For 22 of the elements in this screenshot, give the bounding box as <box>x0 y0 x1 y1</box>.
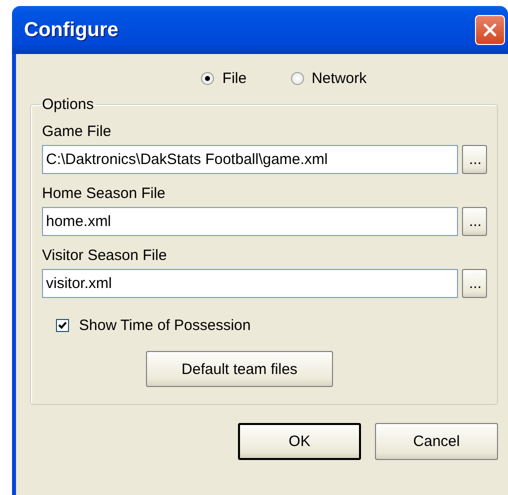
checkbox[interactable] <box>56 319 69 332</box>
field-label: Home Season File <box>42 185 166 202</box>
field-label: Game File <box>42 123 112 140</box>
checkbox-label[interactable]: Show Time of Possession <box>79 317 251 334</box>
cancel-button[interactable]: Cancel <box>375 423 498 460</box>
browse-button[interactable]: ... <box>462 145 487 174</box>
ok-button[interactable]: OK <box>238 423 361 460</box>
radio-button[interactable] <box>201 72 214 84</box>
path-field[interactable]: C:\Daktronics\DakStats Football\game.xml <box>42 145 458 174</box>
group-label: Options <box>42 96 94 113</box>
path-field[interactable]: visitor.xml <box>42 269 458 298</box>
close-icon <box>482 22 498 38</box>
window-title: Configure <box>24 18 118 42</box>
radio-button[interactable] <box>290 72 304 84</box>
close-button[interactable] <box>475 15 505 45</box>
radio-label[interactable]: Network <box>312 70 367 86</box>
default-files-button[interactable]: Default team files <box>146 351 333 387</box>
browse-button[interactable]: ... <box>462 207 487 236</box>
path-field[interactable]: home.xml <box>42 207 458 236</box>
radio-label[interactable]: File <box>222 70 247 86</box>
field-label: Visitor Season File <box>42 247 168 264</box>
browse-button[interactable]: ... <box>462 269 487 298</box>
